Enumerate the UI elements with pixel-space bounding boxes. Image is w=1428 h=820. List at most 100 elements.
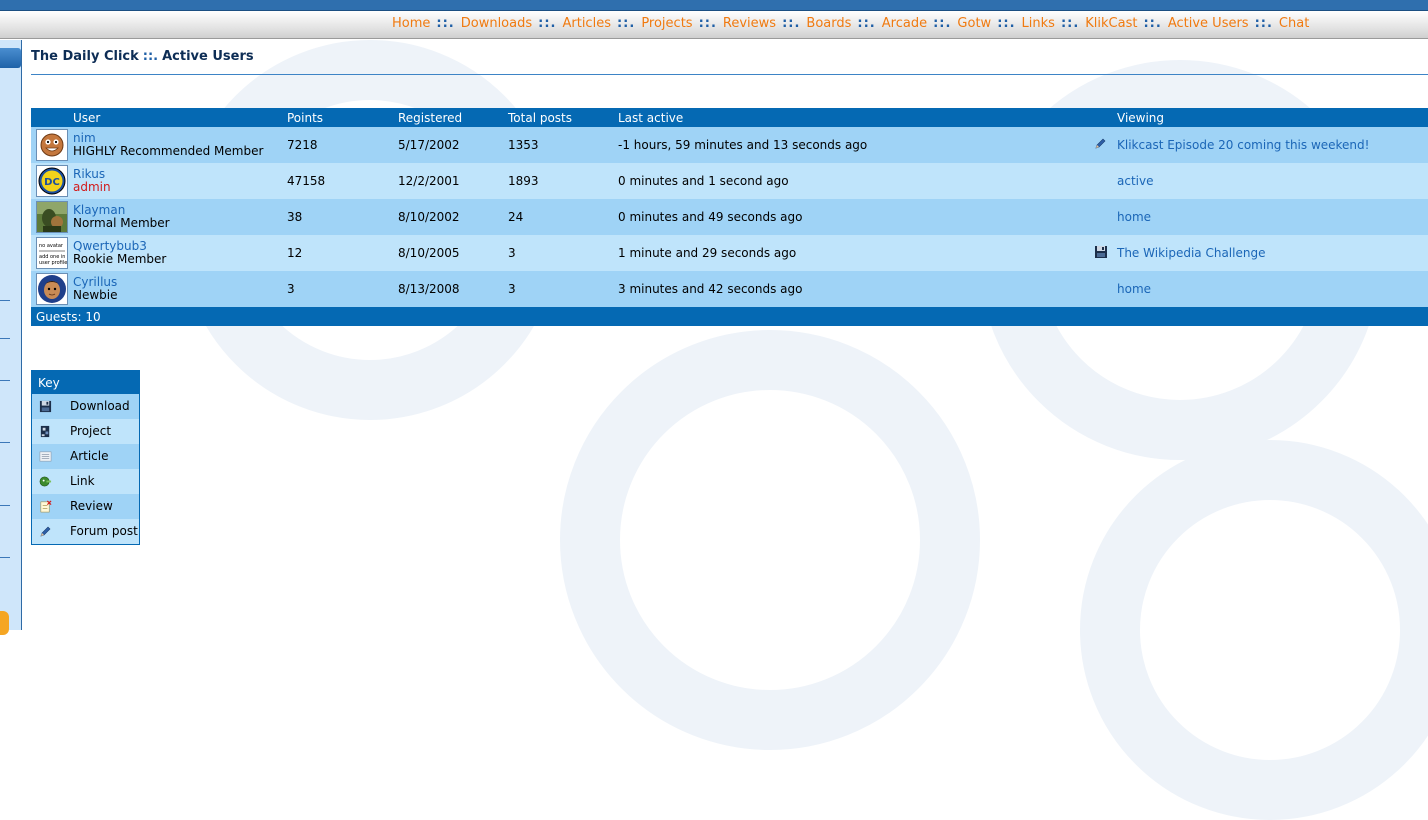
avatar[interactable] <box>36 273 68 305</box>
article-icon <box>39 451 52 462</box>
nav-links: Home::. Downloads::. Articles::. Projects::… <box>392 11 1309 36</box>
viewing-link[interactable]: home <box>1117 210 1151 224</box>
nav-links[interactable]: Links <box>1022 16 1055 31</box>
sidebar-tab-button[interactable] <box>0 611 9 635</box>
user-rank: admin <box>73 180 111 194</box>
viewing-icon-cell <box>1089 163 1112 199</box>
key-label: Download <box>70 399 130 413</box>
review-icon <box>40 500 52 513</box>
key-label: Link <box>70 474 95 488</box>
viewing-cell: active <box>1112 163 1428 199</box>
last-active-cell: 1 minute and 29 seconds ago <box>613 235 1089 271</box>
points-cell: 7218 <box>282 127 393 163</box>
sidebar-divider <box>0 557 10 558</box>
key-item-forum-post: Forum post <box>32 519 139 544</box>
breadcrumb-site[interactable]: The Daily Click <box>31 49 139 64</box>
total-posts-cell: 1893 <box>503 163 613 199</box>
viewing-cell: The Wikipedia Challenge <box>1112 235 1428 271</box>
viewing-icon-cell <box>1089 199 1112 235</box>
sidebar-toggle-button[interactable] <box>0 48 21 68</box>
key-label: Review <box>70 499 113 513</box>
user-rank: HIGHLY Recommended Member <box>73 144 264 158</box>
user-cell: Rikus admin <box>68 163 282 199</box>
nav-separator: ::. <box>436 16 455 31</box>
nav-boards[interactable]: Boards <box>806 16 851 31</box>
sidebar-divider <box>0 380 10 381</box>
nav-reviews[interactable]: Reviews <box>723 16 776 31</box>
top-strip <box>0 0 1428 11</box>
nav-home[interactable]: Home <box>392 16 430 31</box>
floppy-disk-icon <box>1095 245 1107 258</box>
breadcrumb-section: Active Users <box>162 49 254 64</box>
avatar[interactable]: no avatar add one in user profile <box>36 237 68 269</box>
viewing-link[interactable]: The Wikipedia Challenge <box>1117 246 1265 260</box>
registered-cell: 5/17/2002 <box>393 127 503 163</box>
nav-articles[interactable]: Articles <box>562 16 610 31</box>
total-posts-cell: 3 <box>503 235 613 271</box>
viewing-icon-cell <box>1089 271 1112 307</box>
viewing-cell: home <box>1112 271 1428 307</box>
avatar[interactable] <box>36 201 68 233</box>
key-item-review: Review <box>32 494 139 519</box>
table-header-row: User Points Registered Total posts Last … <box>31 108 1428 127</box>
column-header-last-active: Last active <box>613 108 1089 127</box>
floppy-disk-icon <box>39 400 52 413</box>
nav-downloads[interactable]: Downloads <box>461 16 532 31</box>
points-cell: 38 <box>282 199 393 235</box>
nav-separator: ::. <box>857 16 876 31</box>
avatar-cell <box>31 127 68 163</box>
nav-separator: ::. <box>538 16 557 31</box>
table-row: Cyrillus Newbie 3 8/13/2008 3 3 minutes … <box>31 271 1428 307</box>
table-row: DC Rikus admin 47158 12/2/2001 1893 0 mi… <box>31 163 1428 199</box>
sidebar-divider <box>0 338 10 339</box>
table-row: no avatar add one in user profile Qwerty… <box>31 235 1428 271</box>
last-active-cell: 3 minutes and 42 seconds ago <box>613 271 1089 307</box>
breadcrumb-separator: ::. <box>142 49 159 64</box>
nav-active-users[interactable]: Active Users <box>1168 16 1249 31</box>
registered-cell: 8/10/2002 <box>393 199 503 235</box>
registered-cell: 8/10/2005 <box>393 235 503 271</box>
nav-separator: ::. <box>997 16 1016 31</box>
user-cell: Cyrillus Newbie <box>68 271 282 307</box>
last-active-cell: 0 minutes and 49 seconds ago <box>613 199 1089 235</box>
nav-projects[interactable]: Projects <box>641 16 692 31</box>
avatar[interactable]: DC <box>36 165 68 197</box>
key-item-link: Link <box>32 469 139 494</box>
icon-key: Key Download Project Article Link Review… <box>31 370 140 545</box>
guests-row: Guests: 10 <box>31 307 1428 326</box>
viewing-link[interactable]: Klikcast Episode 20 coming this weekend! <box>1117 138 1369 152</box>
points-cell: 12 <box>282 235 393 271</box>
nav-chat[interactable]: Chat <box>1279 16 1309 31</box>
top-navigation: Home::. Downloads::. Articles::. Projects::… <box>0 11 1428 39</box>
registered-cell: 8/13/2008 <box>393 271 503 307</box>
nav-separator: ::. <box>933 16 952 31</box>
no-avatar-text: no avatar <box>39 243 64 249</box>
viewing-icon-column-header <box>1089 108 1112 127</box>
user-rank: Normal Member <box>73 216 170 230</box>
background-decoration <box>1080 440 1428 820</box>
nav-klikcast[interactable]: KlikCast <box>1085 16 1137 31</box>
guests-count: Guests: 10 <box>31 307 1428 326</box>
nav-separator: ::. <box>782 16 801 31</box>
column-header-user: User <box>68 108 282 127</box>
pencil-icon <box>40 526 51 537</box>
viewing-cell: home <box>1112 199 1428 235</box>
avatar-column-header <box>31 108 68 127</box>
last-active-cell: -1 hours, 59 minutes and 13 seconds ago <box>613 127 1089 163</box>
avatar-cell: DC <box>31 163 68 199</box>
sidebar-divider <box>0 505 10 506</box>
title-divider <box>31 74 1428 75</box>
nav-arcade[interactable]: Arcade <box>882 16 927 31</box>
last-active-cell: 0 minutes and 1 second ago <box>613 163 1089 199</box>
page-title: The Daily Click::. Active Users <box>31 49 254 64</box>
nav-gotw[interactable]: Gotw <box>957 16 991 31</box>
sidebar-divider <box>0 442 10 443</box>
viewing-link[interactable]: home <box>1117 282 1151 296</box>
viewing-link[interactable]: active <box>1117 174 1153 188</box>
column-header-viewing: Viewing <box>1112 108 1428 127</box>
points-cell: 3 <box>282 271 393 307</box>
user-cell: Klayman Normal Member <box>68 199 282 235</box>
total-posts-cell: 1353 <box>503 127 613 163</box>
points-cell: 47158 <box>282 163 393 199</box>
avatar[interactable] <box>36 129 68 161</box>
